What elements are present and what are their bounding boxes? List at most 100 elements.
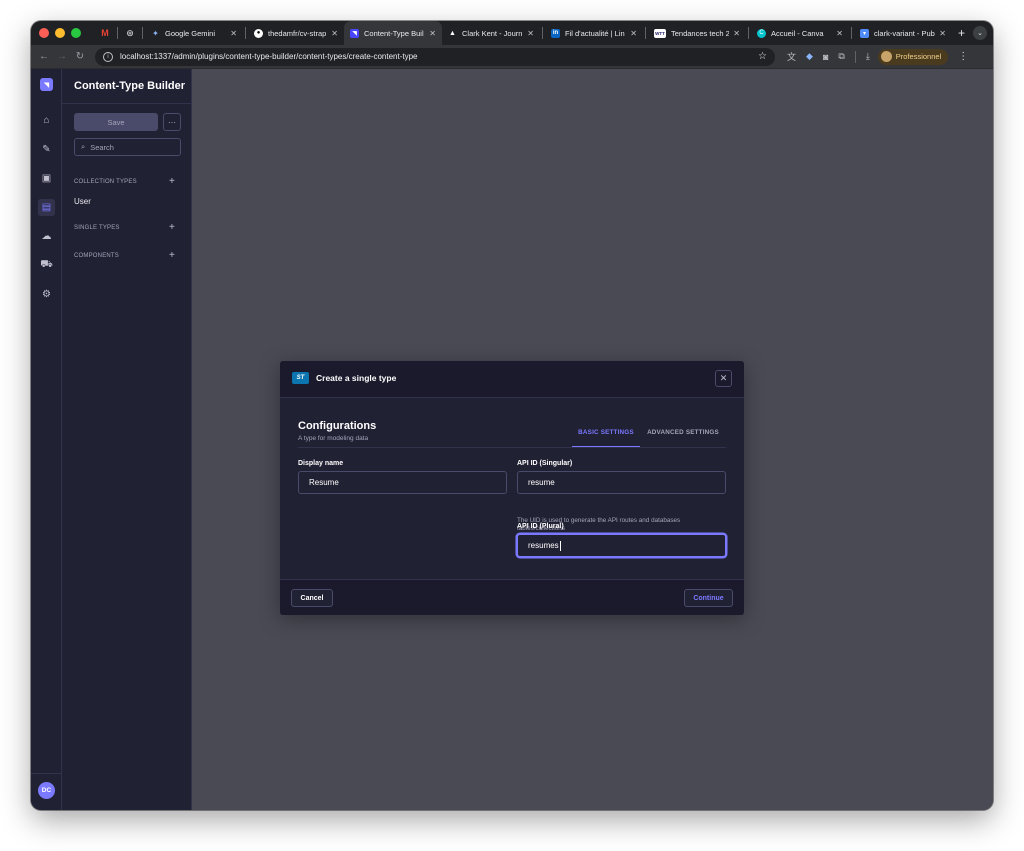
tab-title: Content-Type Buil [364,28,424,38]
url-text: localhost:1337/admin/plugins/content-typ… [120,52,418,61]
api-id-plural-field[interactable]: resumes [517,534,726,557]
close-tab-icon[interactable]: ✕ [733,29,740,38]
tab-github[interactable]: ● thedamfr/cv-strap ✕ [248,21,344,45]
strapi-logo-icon[interactable]: ◥ [40,78,53,91]
add-collection-type-plus-icon[interactable]: + [169,177,175,187]
toolbar-separator [854,50,856,63]
cancel-button[interactable]: Cancel [291,589,333,607]
camera-extension-icon[interactable]: ◙ [823,52,828,62]
configurations-heading: Configurations [298,420,377,432]
configurations-subtitle: A type for modeling data [298,435,369,442]
text-caret [559,540,561,551]
tab-separator [117,27,118,39]
puzzle-icon[interactable]: ⧉ [838,51,844,62]
new-tab-button[interactable]: + [958,26,965,40]
display-name-field[interactable]: Resume [298,471,507,494]
tab-separator [851,27,852,39]
tab-separator [542,27,543,39]
close-tab-icon[interactable]: ✕ [630,29,637,38]
api-id-plural-label: API ID (Plural) [517,523,564,530]
modal-title: Create a single type [316,373,397,383]
tab-title: clark-variant - Pub [874,28,935,38]
site-info-icon[interactable]: i [103,51,113,62]
sidebar-item-user[interactable]: User [74,197,91,206]
continue-button[interactable]: Continue [684,589,733,607]
maximize-window-button[interactable] [71,28,81,38]
tabs-divider [298,447,726,448]
back-arrow-icon[interactable]: ← [35,51,53,62]
main-nav-rail: ◥ ⌂ ✎ ▣ ▤ ☁ ⛟ ⚙ DC [31,69,62,810]
sidebar-divider [62,103,192,104]
home-icon[interactable]: ⌂ [38,112,55,129]
tab-separator [645,27,646,39]
close-tab-icon[interactable]: ✕ [331,29,338,38]
tab-content-type-builder[interactable]: ◥ Content-Type Buil ✕ [344,21,442,45]
gmail-pinned-tab[interactable]: M [95,21,115,45]
bookmark-star-icon[interactable]: ☆ [758,51,767,62]
close-window-button[interactable] [39,28,49,38]
openai-pinned-tab[interactable]: ⊛ [120,21,140,45]
close-tab-icon[interactable]: ✕ [429,29,436,38]
add-single-type-plus-icon[interactable]: + [169,223,175,233]
tab-title: Clark Kent - Journ [462,28,523,38]
api-id-singular-value: resume [528,478,555,487]
close-tab-icon[interactable]: ✕ [939,29,946,38]
tab-clark-kent[interactable]: ▲ Clark Kent - Journ ✕ [442,21,540,45]
more-actions-button[interactable]: ··· [163,113,181,131]
save-button[interactable]: Save [74,113,158,131]
browser-menu-icon[interactable]: ⋮ [958,51,968,62]
tab-google-gemini[interactable]: ✦ Google Gemini ✕ [145,21,243,45]
api-id-singular-field[interactable]: resume [517,471,726,494]
profile-button[interactable]: Professionnel [877,48,949,65]
tab-title: thedamfr/cv-strap [268,28,327,38]
settings-gear-icon[interactable]: ⚙ [38,286,55,303]
search-icon: ⌕ [81,142,86,151]
tab-tendances-tech[interactable]: WTT Tendances tech 20 ✕ [648,21,746,45]
cloud-icon[interactable]: ☁ [38,228,55,245]
tab-title: Accueil - Canva [771,28,824,38]
linkedin-icon: in [551,28,560,38]
tab-basic-settings[interactable]: BASIC SETTINGS [572,429,640,448]
tab-title: Google Gemini [165,28,216,38]
content-manager-feather-icon[interactable]: ✎ [38,141,55,158]
tab-search-chevron-icon[interactable]: ⌄ [973,26,987,40]
reload-icon[interactable]: ↻ [71,51,89,62]
profile-avatar [880,51,892,62]
tab-linkedin[interactable]: in Fil d'actualité | Lin ✕ [545,21,643,45]
close-icon[interactable]: ✕ [715,370,732,387]
forward-arrow-icon[interactable]: → [53,51,71,62]
media-library-icon[interactable]: ▣ [38,170,55,187]
api-id-plural-value: resumes [528,541,559,550]
tab-strip: M ⊛ ✦ Google Gemini ✕ ● thedamfr/cv-stra… [31,21,993,45]
tab-canva[interactable]: C Accueil - Canva ✕ [751,21,849,45]
close-tab-icon[interactable]: ✕ [230,29,237,38]
single-type-badge: ST [292,372,309,384]
rail-divider [31,773,62,774]
window-controls [39,28,81,38]
address-bar[interactable]: i localhost:1337/admin/plugins/content-t… [95,47,775,66]
collection-types-header: COLLECTION TYPES [74,179,137,185]
modal-footer: Cancel Continue [280,579,744,615]
create-single-type-modal: ST Create a single type ✕ Configurations… [280,361,744,615]
close-tab-icon[interactable]: ✕ [836,29,843,38]
bookmark-icon: ▾ [860,28,869,38]
search-input[interactable]: ⌕ Search [74,138,181,156]
extension-badge-icon[interactable]: ◆ [806,51,813,62]
tab-advanced-settings[interactable]: ADVANCED SETTINGS [644,429,722,448]
content-type-builder-icon[interactable]: ▤ [38,199,55,216]
marketplace-cart-icon[interactable]: ⛟ [38,257,55,274]
close-tab-icon[interactable]: ✕ [527,29,534,38]
add-component-plus-icon[interactable]: + [169,251,175,261]
gemini-icon: ✦ [152,28,159,38]
profile-label: Professionnel [895,52,942,61]
download-icon[interactable]: ⤓ [866,51,870,62]
search-placeholder: Search [90,142,114,152]
tab-clark-variant[interactable]: ▾ clark-variant - Pub ✕ [854,21,952,45]
tab-title: Fil d'actualité | Lin [565,28,625,38]
api-id-singular-label: API ID (Singular) [517,460,573,467]
translate-icon[interactable]: 文 [787,50,796,63]
openai-icon: ⊛ [126,27,134,38]
minimize-window-button[interactable] [55,28,65,38]
user-avatar[interactable]: DC [38,782,55,799]
github-icon: ● [254,28,263,38]
